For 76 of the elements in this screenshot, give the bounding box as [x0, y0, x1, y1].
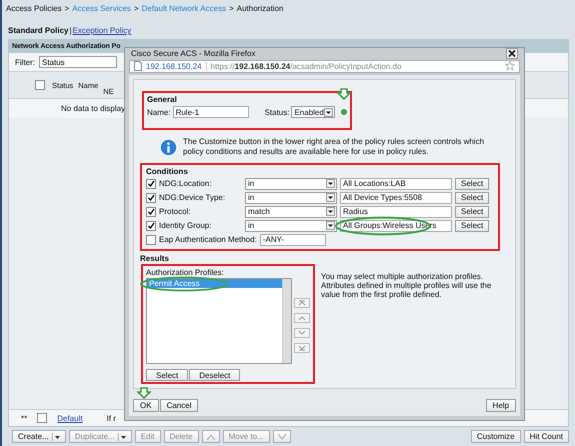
table-cell: If r — [106, 414, 116, 422]
dropdown-icon — [324, 108, 333, 116]
help-button[interactable]: Help — [486, 399, 516, 412]
section-heading: General — [147, 95, 178, 104]
condition-label: Protocol: — [159, 207, 192, 216]
section-heading: Conditions — [146, 167, 189, 176]
status-label: Status: — [264, 108, 290, 116]
checkbox[interactable] — [35, 80, 45, 90]
move-top-icon[interactable] — [294, 298, 310, 308]
checkbox[interactable] — [146, 234, 156, 244]
star-icon[interactable] — [505, 61, 515, 72]
operator-select[interactable]: in — [245, 220, 337, 232]
condition-label: Identity Group: — [159, 221, 212, 230]
breadcrumb-separator: > — [229, 4, 234, 12]
arrow-icon — [137, 387, 151, 399]
hint-text: You may select multiple authorization profiles. Attributes defined in multiple profiles will use the value from the first profile defined. — [321, 272, 492, 301]
value-field[interactable]: -ANY- — [260, 234, 326, 246]
tab-divider: | — [69, 26, 72, 35]
move-down-icon[interactable] — [294, 328, 310, 338]
page-icon — [134, 61, 142, 72]
select-button[interactable]: Select — [455, 192, 490, 204]
breadcrumb-separator: > — [134, 4, 139, 12]
list-button[interactable]: Select — [146, 369, 188, 381]
chevron-up-icon — [206, 434, 215, 440]
address-bar[interactable]: 192.168.150.24 https://192.168.150.24/acsadmin/PolicyInputAction.do — [129, 60, 520, 73]
operator-select[interactable]: match — [245, 206, 337, 218]
toolbar-button[interactable]: Hit Count — [524, 430, 569, 443]
condition-label: NDG:Device Type: — [159, 193, 226, 202]
checkbox[interactable] — [146, 206, 156, 216]
info-icon — [160, 138, 177, 156]
breadcrumb-separator: > — [64, 4, 70, 12]
chevron-down-icon — [278, 434, 286, 440]
checkbox[interactable] — [146, 220, 156, 230]
dropdown-icon — [326, 179, 335, 188]
dropdown-icon — [326, 207, 335, 216]
toolbar-button[interactable]: Customize — [470, 430, 521, 443]
status-select[interactable]: Enabled — [291, 106, 335, 118]
dropdown-icon — [326, 221, 335, 230]
operator-select[interactable]: in — [245, 192, 337, 204]
close-icon[interactable] — [506, 48, 518, 60]
checkbox[interactable] — [146, 178, 156, 188]
name-label: Name: — [147, 108, 171, 116]
filter-label: Filter: — [15, 58, 35, 66]
empty-message: No data to display — [61, 104, 126, 113]
list-button[interactable]: Deselect — [189, 369, 240, 381]
dropdown-icon — [326, 193, 335, 202]
checkbox[interactable] — [146, 192, 156, 202]
condition-label: Eap Authentication Method: — [159, 235, 257, 244]
select-button[interactable]: Select — [455, 220, 490, 232]
condition-label: NDG:Location: — [159, 179, 212, 188]
checkbox[interactable] — [37, 413, 48, 423]
info-text: The Customize button in the lower right area of the policy rules screen controls which policy conditions and results are available here for use in policy rules. — [183, 137, 486, 157]
select-button[interactable]: Select — [455, 178, 490, 190]
name-field[interactable]: Rule-1 — [172, 106, 249, 118]
site-identity[interactable]: 192.168.150.24 — [146, 62, 207, 71]
field-label: Authorization Profiles: — [146, 268, 225, 277]
move-up-icon[interactable] — [294, 313, 310, 323]
row-marker: ** — [21, 414, 28, 422]
value-field[interactable]: All Locations:LAB — [340, 178, 452, 190]
policy-tab[interactable]: Standard Policy — [8, 26, 68, 35]
scrollbar[interactable] — [282, 279, 291, 363]
policy-tab[interactable]: Exception Policy — [72, 26, 132, 35]
url-text: https://192.168.150.24/acsadmin/PolicyInputAction.do — [210, 62, 402, 71]
toolbar-button[interactable]: Create... — [12, 430, 66, 443]
operator-select[interactable]: in — [245, 178, 337, 190]
dialog-button[interactable]: OK — [133, 399, 159, 412]
rule-link[interactable]: Default — [57, 414, 83, 422]
dialog-button[interactable]: Cancel — [160, 399, 198, 412]
section-heading: Results — [140, 254, 170, 263]
value-field[interactable]: Radius — [340, 206, 452, 218]
move-bottom-icon[interactable] — [294, 343, 310, 353]
filter-field[interactable]: Status — [39, 56, 117, 68]
value-field[interactable]: All Device Types:5508 — [340, 192, 452, 204]
arrow-icon — [337, 88, 351, 100]
select-button[interactable]: Select — [455, 206, 490, 218]
window-title: Cisco Secure ACS - Mozilla Firefox — [131, 49, 256, 58]
